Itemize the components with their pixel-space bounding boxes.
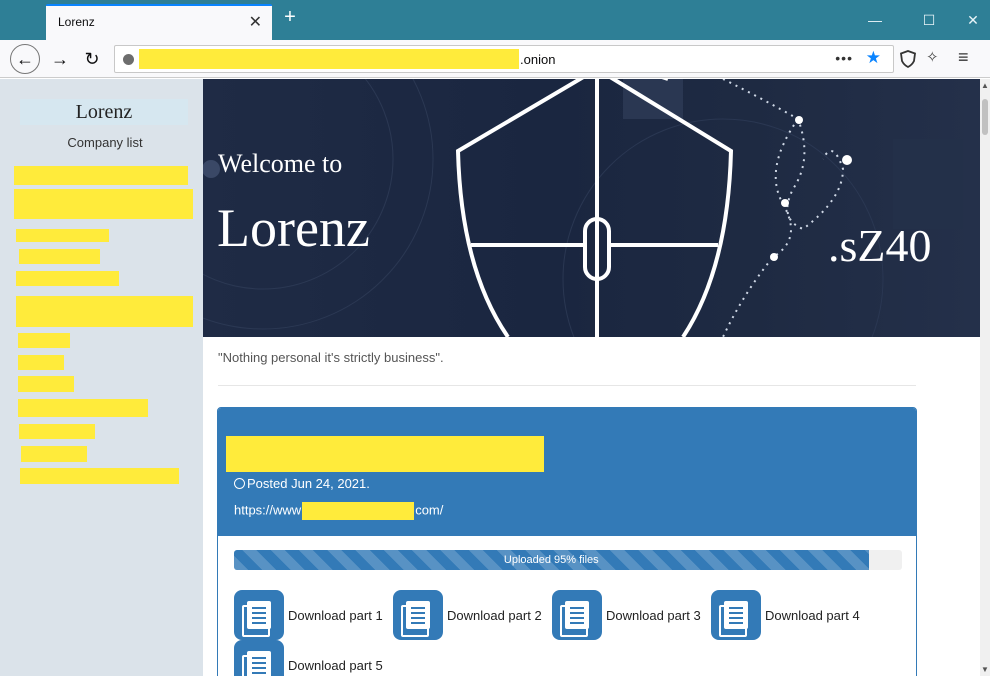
clock-icon <box>234 478 245 489</box>
sidebar-item-redacted[interactable] <box>18 399 148 417</box>
back-button[interactable]: ← <box>10 44 40 74</box>
sidebar-item-redacted[interactable] <box>16 271 119 286</box>
page-actions-icon[interactable]: ••• <box>835 50 853 66</box>
download-part-3-button[interactable]: Download part 3 <box>552 590 701 640</box>
upload-progress-fill: Uploaded 95% files <box>234 550 869 570</box>
sidebar-item-redacted[interactable] <box>18 333 70 348</box>
browser-tab[interactable]: Lorenz ✕ <box>46 4 272 40</box>
document-icon <box>234 590 284 640</box>
tab-title: Lorenz <box>58 15 95 29</box>
download-part-4-button[interactable]: Download part 4 <box>711 590 860 640</box>
scroll-up-icon[interactable]: ▲ <box>980 81 990 90</box>
minimize-button[interactable]: — <box>852 0 898 40</box>
url-text: .onion <box>520 52 556 67</box>
reload-button[interactable]: ↻ <box>78 45 106 73</box>
sidebar: Lorenz Company list <box>0 79 203 676</box>
sidebar-item-redacted[interactable] <box>16 296 193 327</box>
hamburger-menu-icon[interactable]: ≡ <box>958 47 969 68</box>
download-label: Download part 5 <box>288 657 383 673</box>
vertical-scrollbar[interactable]: ▲ ▼ <box>980 79 990 676</box>
url-redaction <box>139 49 519 69</box>
sidebar-item-redacted[interactable] <box>14 166 188 185</box>
site-info-icon[interactable] <box>123 54 134 65</box>
website-redaction <box>302 502 415 520</box>
shield-icon[interactable] <box>900 50 916 68</box>
post-header: Posted Jun 24, 2021. https://www com/ <box>218 408 916 536</box>
post-card: Posted Jun 24, 2021. https://www com/ Upl… <box>217 407 917 676</box>
sidebar-item-redacted[interactable] <box>18 376 74 392</box>
post-date: Posted Jun 24, 2021. <box>234 476 370 491</box>
download-part-1-button[interactable]: Download part 1 <box>234 590 383 640</box>
hero-banner: Welcome to Lorenz .sZ40 <box>203 79 980 337</box>
url-bar[interactable]: .onion ••• ★ <box>114 45 894 73</box>
download-label: Download part 1 <box>288 607 383 623</box>
download-label: Download part 3 <box>606 607 701 623</box>
document-icon <box>234 640 284 676</box>
scroll-down-icon[interactable]: ▼ <box>980 665 990 674</box>
close-window-button[interactable]: ✕ <box>950 0 990 40</box>
extension-icon[interactable]: ✧ <box>926 48 939 66</box>
upload-progress-label: Uploaded 95% files <box>503 554 599 566</box>
sidebar-item-redacted[interactable] <box>19 249 100 264</box>
sidebar-subtitle: Company list <box>67 135 143 150</box>
forward-arrow-icon: → <box>51 49 69 69</box>
sidebar-item-redacted[interactable] <box>19 424 95 439</box>
post-website-suffix: com/ <box>415 502 444 518</box>
scrollbar-thumb[interactable] <box>982 99 988 135</box>
upload-progress-bar: Uploaded 95% files <box>234 550 902 570</box>
divider <box>218 385 916 386</box>
tab-close-icon[interactable]: ✕ <box>249 12 262 32</box>
document-icon <box>393 590 443 640</box>
download-label: Download part 2 <box>447 607 542 623</box>
post-title-redacted[interactable] <box>226 436 544 472</box>
post-website[interactable]: https://www com/ <box>234 502 443 520</box>
download-label: Download part 4 <box>765 607 860 623</box>
hero-title: Lorenz <box>217 198 370 258</box>
sidebar-item-redacted[interactable] <box>18 355 64 370</box>
sidebar-title: Lorenz <box>20 99 188 125</box>
maximize-button[interactable]: ☐ <box>906 0 952 40</box>
reload-icon: ↻ <box>84 49 100 69</box>
hero-code: .sZ40 <box>828 220 932 271</box>
sidebar-item-redacted[interactable] <box>20 468 179 484</box>
post-website-prefix: https://www <box>234 502 302 518</box>
page-viewport: Lorenz Company list Welcome to Lorenz .s… <box>0 79 980 676</box>
new-tab-button[interactable]: + <box>278 6 302 30</box>
document-icon <box>711 590 761 640</box>
hero-welcome-text: Welcome to <box>218 149 343 178</box>
sidebar-item-redacted[interactable] <box>21 446 87 462</box>
tagline: "Nothing personal it's strictly business… <box>218 350 444 365</box>
bookmark-star-icon[interactable]: ★ <box>866 48 881 68</box>
back-arrow-icon: ← <box>16 49 34 69</box>
sidebar-item-redacted[interactable] <box>14 189 193 219</box>
download-part-2-button[interactable]: Download part 2 <box>393 590 542 640</box>
browser-titlebar: Lorenz ✕ + — ☐ ✕ <box>0 0 990 40</box>
download-part-5-button[interactable]: Download part 5 <box>234 640 383 676</box>
browser-navbar: ← → ↻ .onion ••• ★ ✧ ≡ <box>0 40 990 78</box>
sidebar-item-redacted[interactable] <box>16 229 109 242</box>
post-date-text: Posted Jun 24, 2021. <box>247 476 370 491</box>
document-icon <box>552 590 602 640</box>
forward-button[interactable]: → <box>46 45 74 73</box>
